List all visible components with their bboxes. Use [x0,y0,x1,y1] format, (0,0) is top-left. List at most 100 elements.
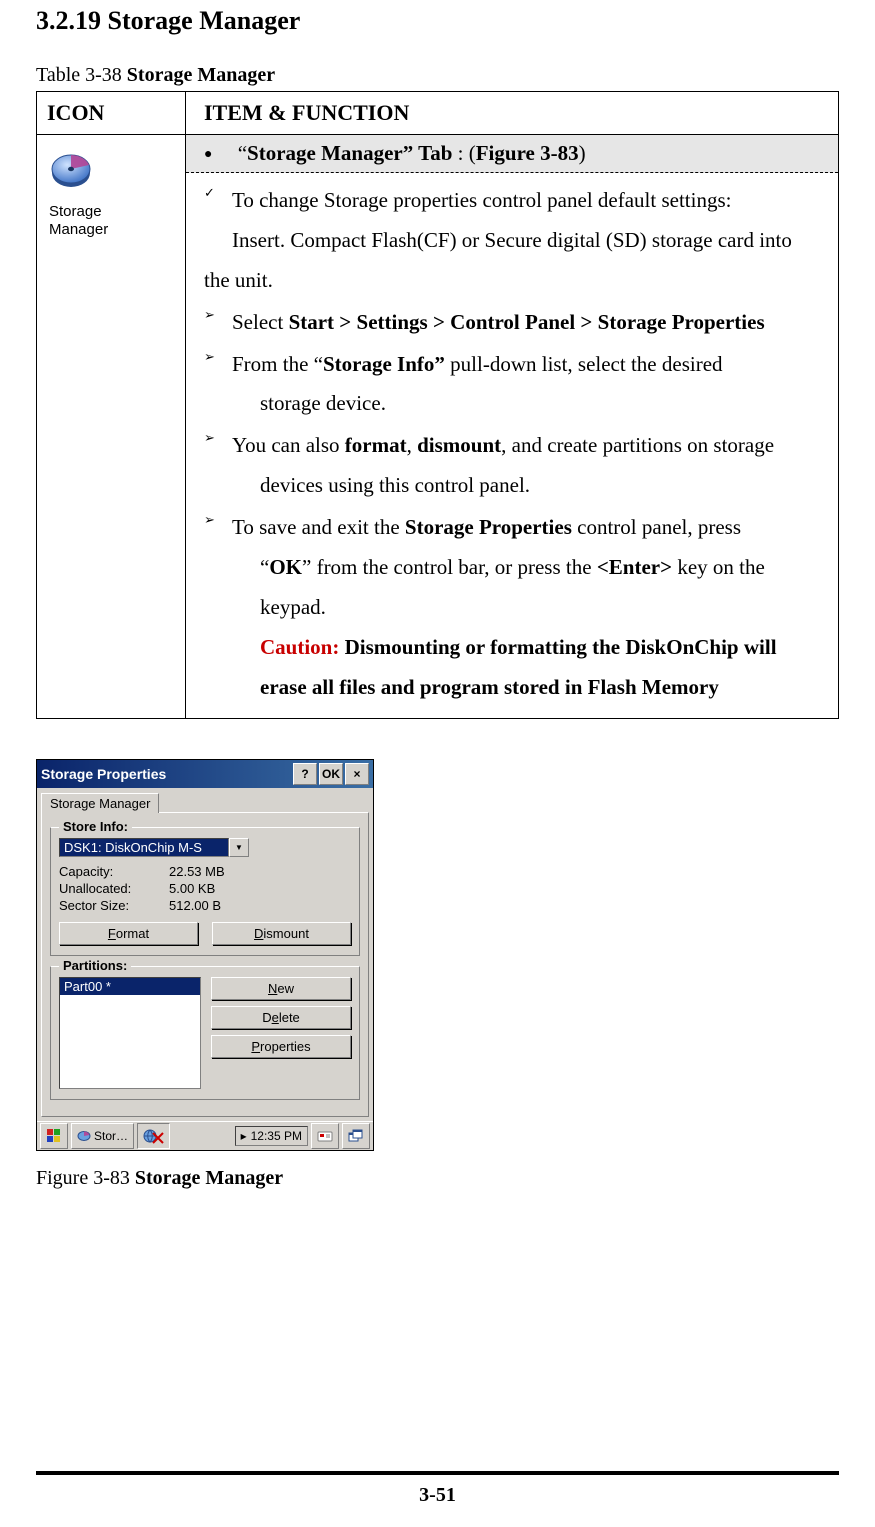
cascade-windows-icon [348,1129,364,1143]
caution-rest1: Dismounting or formatting the DiskOnChip… [345,635,777,659]
qopen: “ [238,141,247,165]
figure-caption-prefix: Figure 3-83 [36,1167,135,1189]
the-unit-line: the unit. [204,261,828,301]
step3-e: , and create partitions on storage [501,433,774,457]
tab-close-paren: ) [579,141,586,165]
delete-button[interactable]: Delete [211,1006,351,1029]
unallocated-label: Unallocated: [59,881,169,896]
figure-caption: Figure 3-83 Storage Manager [36,1167,839,1190]
step4-l2e: key on the [672,555,765,579]
function-cell: ● “Storage Manager” Tab : (Figure 3-83) … [186,135,839,719]
storage-manager-table: ICON ITEM & FUNCTION [36,91,839,719]
figure-caption-name: Storage Manager [135,1167,283,1189]
storage-properties-window: Storage Properties ? OK × Storage Manage… [36,759,374,1151]
format-button[interactable]: Format [59,922,198,945]
step4-c: control panel, press [572,515,741,539]
check-line: ✓ To change Storage properties control p… [204,181,828,221]
tab-title-row: ● “Storage Manager” Tab : (Figure 3-83) [186,135,838,173]
tab-storage-manager[interactable]: Storage Manager [41,793,159,813]
unallocated-value: 5.00 KB [169,881,215,896]
footer-rule [36,1471,839,1475]
change-line: To change Storage properties control pan… [232,181,828,221]
dismount-button[interactable]: Dismount [212,922,351,945]
new-button[interactable]: New [211,977,351,1000]
tray-indicator-2[interactable] [342,1123,370,1149]
step4: ➢ To save and exit the Storage Propertie… [204,508,828,707]
store-info-combo[interactable]: DSK1: DiskOnChip M-S ▼ [59,838,249,857]
taskbar-app-label: Stor… [94,1129,128,1143]
taskbar-app-button[interactable]: Stor… [71,1123,134,1149]
card-icon [317,1129,333,1143]
icon-cell: Storage Manager [37,135,186,719]
step4-storage-properties: Storage Properties [405,515,572,539]
help-button[interactable]: ? [293,763,317,785]
arrow-bullet-icon: ➢ [204,508,232,533]
table-caption: Table 3-38 Storage Manager [36,64,839,87]
arrow-bullet-icon: ➢ [204,426,232,451]
sector-size-label: Sector Size: [59,898,169,913]
properties-button[interactable]: Properties [211,1035,351,1058]
start-button[interactable] [40,1123,68,1149]
header-icon: ICON [37,92,186,135]
tab-suffix: ” Tab [403,141,453,165]
step3-dismount: dismount [417,433,501,457]
step4-line3: keypad. [232,588,828,628]
section-title: 3.2.19 Storage Manager [36,6,839,36]
capacity-label: Capacity: [59,864,169,879]
header-function: ITEM & FUNCTION [186,92,839,135]
arrow-bullet-icon: ➢ [204,345,232,370]
step3-c: , [407,433,418,457]
panel: Store Info: DSK1: DiskOnChip M-S ▼ Capac… [41,812,369,1117]
storage-manager-icon [49,149,93,197]
step3-a: You can also [232,433,345,457]
step4-l2c: ” from the control bar, or press the [302,555,597,579]
capacity-value: 22.53 MB [169,864,225,879]
store-info-legend: Store Info: [59,819,132,834]
step2-prefix: From the “ [232,352,323,376]
close-button[interactable]: × [345,763,369,785]
ok-button[interactable]: OK [319,763,343,785]
arrow-bullet-icon: ➢ [204,303,232,328]
page-number: 3-51 [0,1484,875,1507]
fig-ref: Figure 3-83 [476,141,579,165]
caution-block: Caution: Dismounting or formatting the D… [232,628,828,668]
disk-icon [77,1129,91,1143]
taskbar: Stor… ▸ 12:35 PM [37,1121,373,1150]
step3-line2: devices using this control panel. [232,466,828,506]
clock-time: 12:35 PM [251,1129,302,1143]
bullet-icon: ● [204,147,212,163]
store-info-group: Store Info: DSK1: DiskOnChip M-S ▼ Capac… [50,827,360,956]
step2-line2: storage device. [232,384,828,424]
step2-suffix: pull-down list, select the desired [445,352,723,376]
partitions-legend: Partitions: [59,958,131,973]
table-caption-prefix: Table 3-38 [36,64,127,86]
window-title: Storage Properties [41,766,291,782]
insert-line: Insert. Compact Flash(CF) or Secure digi… [204,221,828,261]
step4-ok: OK [269,555,302,579]
sector-size-value: 512.00 B [169,898,221,913]
tab-name: Storage Manager [247,141,403,165]
step4-a: To save and exit the [232,515,405,539]
tab-colon: : ( [452,141,475,165]
titlebar[interactable]: Storage Properties ? OK × [37,760,373,788]
clock-arrow-icon: ▸ [241,1129,247,1143]
partition-item[interactable]: Part00 * [60,978,200,995]
step3: ➢ You can also format, dismount, and cre… [204,426,828,506]
step1-prefix: Select [232,310,289,334]
chevron-down-icon[interactable]: ▼ [229,838,249,857]
store-info-value: DSK1: DiskOnChip M-S [59,838,229,857]
taskbar-tray-sep [137,1123,170,1149]
tray-indicator-1[interactable] [311,1123,339,1149]
step3-format: format [345,433,407,457]
storage-manager-icon-label: Storage Manager [49,203,108,239]
windows-flag-icon [46,1128,62,1144]
step2: ➢ From the “Storage Info” pull-down list… [204,345,828,425]
taskbar-clock[interactable]: ▸ 12:35 PM [235,1126,308,1146]
partitions-list[interactable]: Part00 * [59,977,201,1089]
step1-path: Start > Settings > Control Panel > Stora… [289,310,765,334]
table-caption-name: Storage Manager [127,64,275,86]
step2-storageinfo: Storage Info” [323,352,445,376]
x-overlay-icon [152,1132,164,1144]
check-icon: ✓ [204,181,232,206]
step1: ➢ Select Start > Settings > Control Pane… [204,303,828,343]
